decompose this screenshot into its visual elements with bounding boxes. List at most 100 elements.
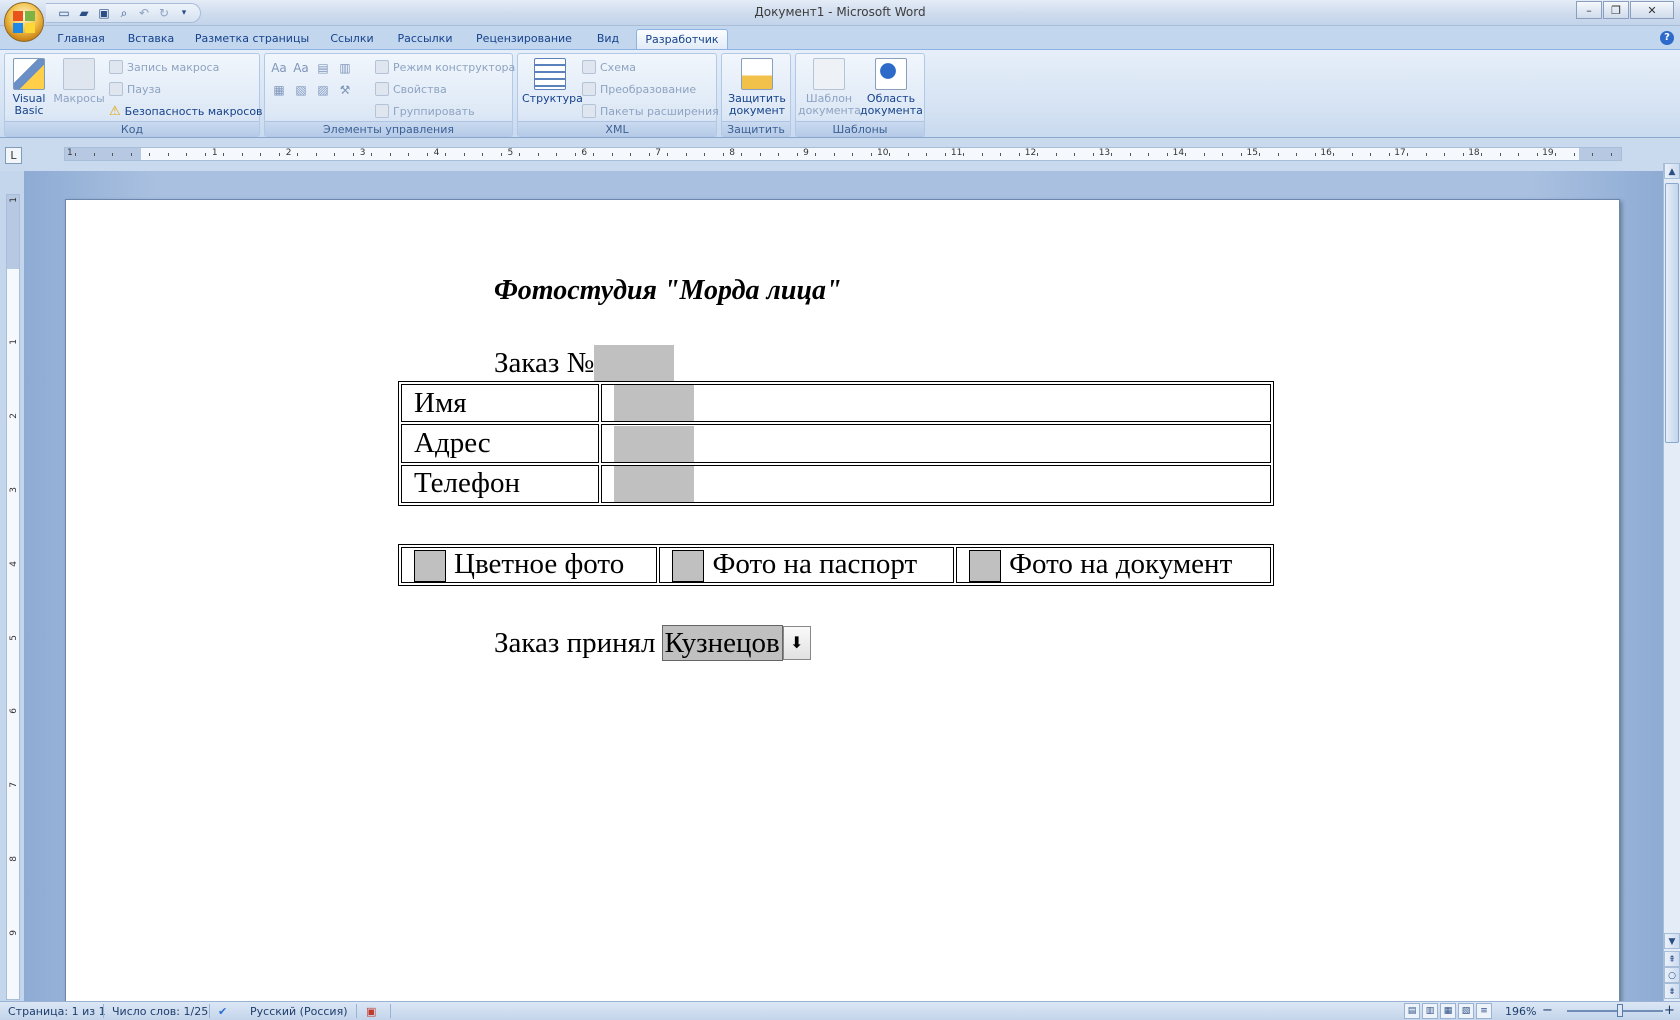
ruler-tick: [1481, 153, 1482, 156]
transform-label: Преобразование: [600, 82, 697, 96]
zoom-slider[interactable]: [1567, 1010, 1663, 1012]
accepted-by-dropdown[interactable]: Кузнецов ⬇: [661, 625, 811, 661]
group-code: Visual Basic Макросы Запись макроса Пауз…: [4, 53, 263, 137]
address-cell: [601, 424, 1271, 463]
design-mode-button[interactable]: Режим конструктора: [375, 58, 515, 76]
dropdown-arrow-icon[interactable]: ⬇: [782, 626, 811, 660]
name-field[interactable]: [614, 385, 694, 422]
visual-basic-button[interactable]: Visual Basic: [9, 56, 49, 117]
tab-developer[interactable]: Разработчик: [636, 29, 728, 49]
ruler-number: 13: [1098, 148, 1111, 158]
picture-control-icon[interactable]: ▤: [315, 60, 331, 76]
tab-stop-selector[interactable]: L: [5, 147, 22, 164]
properties-button[interactable]: Свойства: [375, 80, 447, 98]
expansion-packs-button[interactable]: Пакеты расширения: [582, 102, 719, 120]
design-mode-icon: [375, 60, 389, 74]
macro-record-icon[interactable]: ▣: [366, 1005, 376, 1018]
group-xml-label: XML: [518, 121, 716, 136]
tab-references[interactable]: Ссылки: [324, 29, 380, 49]
zoom-out-icon[interactable]: −: [1542, 1003, 1553, 1018]
dropdown-list-icon[interactable]: ▧: [293, 82, 309, 98]
properties-icon: [375, 82, 389, 96]
tab-review[interactable]: Рецензирование: [470, 29, 578, 49]
document-page[interactable]: Фотостудия "Морда лица" Заказ № Имя Адре…: [65, 199, 1620, 1011]
vertical-ruler[interactable]: 1 1 2 3 4 5 6 7 8 9: [6, 194, 20, 1000]
horizontal-ruler[interactable]: 1 1 2 3 4 5 6 7 8 9 10 11 12 13 14 15 16 17 18 19: [64, 147, 1622, 161]
ruler-tick: [1055, 153, 1057, 156]
doc-template-label-2: документа: [798, 104, 861, 117]
group-protect-label: Защитить: [722, 121, 790, 136]
ruler-tick: [833, 153, 835, 156]
scroll-down-icon[interactable]: ▼: [1664, 933, 1680, 949]
status-separator: [209, 1004, 210, 1018]
macros-button[interactable]: Макросы: [51, 56, 107, 105]
ruler-tick: [611, 153, 613, 156]
office-button[interactable]: [4, 2, 44, 42]
macro-security-button[interactable]: ⚠ Безопасность макросов: [109, 102, 263, 120]
zoom-slider-handle[interactable]: [1617, 1004, 1623, 1017]
spellcheck-icon[interactable]: ✔: [218, 1005, 227, 1018]
passport-photo-checkbox[interactable]: [672, 550, 705, 583]
color-photo-checkbox[interactable]: [414, 550, 446, 583]
ruler-tick: [1203, 153, 1205, 156]
order-number-field[interactable]: [594, 345, 675, 381]
ruler-number: 4: [433, 148, 440, 158]
ruler-tick: [186, 153, 187, 156]
transform-button[interactable]: Преобразование: [582, 80, 696, 98]
document-area: Фотостудия "Морда лица" Заказ № Имя Адре…: [24, 171, 1664, 1011]
text-control-icon[interactable]: Aa: [293, 60, 309, 76]
date-picker-icon[interactable]: ▨: [315, 82, 331, 98]
outline-view-icon[interactable]: ▧: [1458, 1003, 1474, 1019]
vertical-scrollbar[interactable]: ▲ ▼ ⇞ ○ ⇟: [1663, 163, 1680, 1001]
color-photo-label: Цветное фото: [454, 548, 625, 580]
help-icon[interactable]: ?: [1660, 31, 1674, 45]
scroll-up-icon[interactable]: ▲: [1664, 163, 1680, 179]
schema-button[interactable]: Схема: [582, 58, 636, 76]
order-number-label: Заказ №: [494, 346, 595, 379]
schema-label: Схема: [600, 60, 636, 74]
zoom-in-icon[interactable]: +: [1664, 1003, 1675, 1018]
zoom-level[interactable]: 196%: [1505, 1005, 1536, 1018]
full-screen-reading-icon[interactable]: ▥: [1422, 1003, 1438, 1019]
phone-field[interactable]: [614, 466, 694, 503]
ruler-tick: [704, 153, 705, 156]
ruler-tick: [1407, 153, 1408, 156]
word-count[interactable]: Число слов: 1/25: [112, 1005, 208, 1018]
ruler-tick: [1592, 153, 1593, 156]
record-macro-button[interactable]: Запись макроса: [109, 58, 219, 76]
document-panel-button[interactable]: Область документа: [860, 56, 923, 117]
pause-icon: [109, 82, 123, 96]
legacy-tools-icon[interactable]: ⚒: [337, 82, 353, 98]
ruler-tick: [1111, 153, 1112, 156]
accepted-by-value[interactable]: Кузнецов: [661, 625, 783, 661]
tab-home[interactable]: Главная: [52, 29, 110, 49]
minimize-button[interactable]: –: [1576, 1, 1602, 19]
ruler-tick: [389, 153, 391, 156]
address-field[interactable]: [614, 425, 694, 462]
maximize-button[interactable]: ❐: [1603, 1, 1629, 19]
ruler-number: 8: [729, 148, 735, 158]
close-button[interactable]: ✕: [1630, 1, 1674, 19]
tab-view[interactable]: Вид: [590, 29, 626, 49]
combo-box-control-icon[interactable]: ▥: [337, 60, 353, 76]
structure-button[interactable]: Структура: [522, 56, 583, 105]
group-button[interactable]: Группировать: [375, 102, 475, 120]
rich-text-control-icon[interactable]: Aa: [271, 60, 287, 76]
tab-insert[interactable]: Вставка: [122, 29, 180, 49]
building-block-icon[interactable]: ▦: [271, 82, 287, 98]
language-indicator[interactable]: Русский (Россия): [250, 1005, 348, 1018]
scroll-thumb[interactable]: [1665, 183, 1679, 443]
draft-view-icon[interactable]: ≡: [1476, 1003, 1492, 1019]
print-layout-view-icon[interactable]: ▤: [1404, 1003, 1420, 1019]
web-layout-icon[interactable]: ▦: [1440, 1003, 1456, 1019]
document-template-button[interactable]: Шаблон документа: [798, 56, 861, 117]
document-photo-checkbox[interactable]: [969, 550, 1002, 583]
page-count[interactable]: Страница: 1 из 1: [8, 1005, 106, 1018]
previous-page-icon[interactable]: ⇞: [1664, 951, 1680, 967]
tab-page-layout[interactable]: Разметка страницы: [192, 29, 312, 49]
pause-button[interactable]: Пауза: [109, 80, 161, 98]
tab-mailings[interactable]: Рассылки: [392, 29, 458, 49]
protect-document-button[interactable]: Защитить документ: [725, 56, 789, 117]
next-page-icon[interactable]: ⇟: [1664, 983, 1680, 999]
select-browse-object-icon[interactable]: ○: [1664, 967, 1680, 983]
